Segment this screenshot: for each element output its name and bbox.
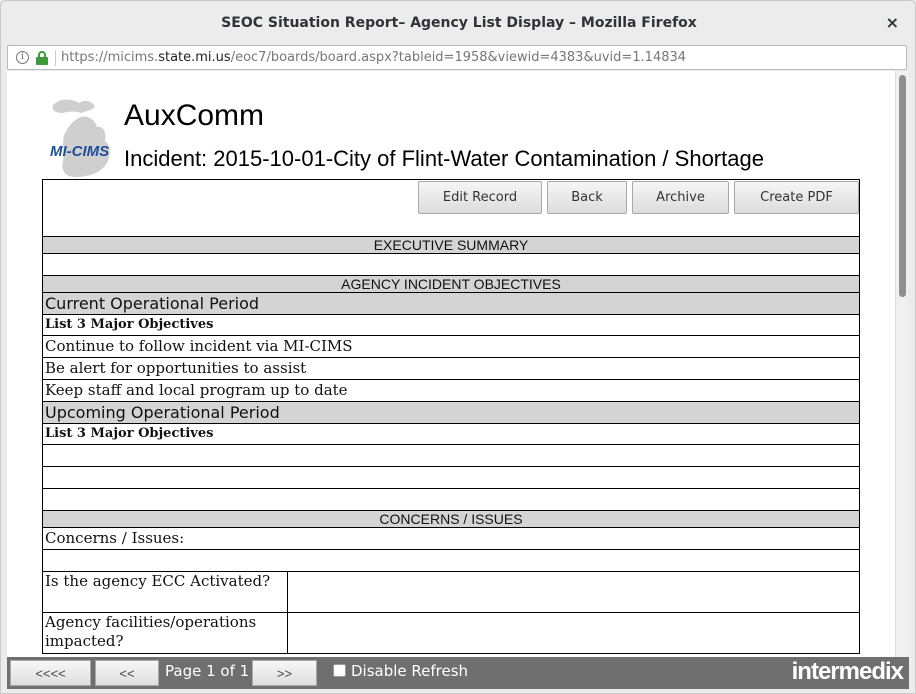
browser-window: SEOC Situation Report– Agency List Displ…	[0, 0, 916, 694]
action-toolbar: Edit Record Back Archive Create PDF	[43, 180, 859, 237]
close-icon[interactable]: ×	[886, 13, 899, 32]
title-bar: SEOC Situation Report– Agency List Displ…	[1, 1, 915, 45]
concerns-label: Concerns / Issues:	[43, 528, 859, 550]
next-page-button[interactable]: >>	[252, 660, 317, 686]
executive-summary-value	[43, 254, 859, 276]
situation-report: Edit Record Back Archive Create PDF EXEC…	[42, 179, 860, 654]
url-separator	[55, 50, 56, 66]
michigan-map-icon	[52, 99, 110, 177]
upcoming-objective	[43, 467, 859, 489]
current-objective: Be alert for opportunities to assist	[43, 358, 859, 380]
url-text[interactable]: https://micims.state.mi.us/eoc7/boards/b…	[61, 50, 686, 65]
upcoming-period-header: Upcoming Operational Period	[43, 402, 859, 424]
current-list-label: List 3 Major Objectives	[43, 315, 859, 336]
pagination-bar: <<<< << Page 1 of 1 >> Disable Refresh i…	[7, 657, 909, 689]
back-button[interactable]: Back	[547, 181, 627, 214]
facilities-impacted-row: Agency facilities/operations impacted?	[43, 613, 859, 654]
mi-cims-logo: MI-CIMS	[50, 143, 110, 160]
page-viewport: MI-CIMS AuxComm Incident: 2015-10-01-Cit…	[7, 71, 895, 657]
current-objective: Continue to follow incident via MI-CIMS	[43, 336, 859, 358]
upcoming-objective	[43, 445, 859, 467]
disable-refresh-label[interactable]: Disable Refresh	[351, 662, 468, 680]
incident-title: Incident: 2015-10-01-City of Flint-Water…	[124, 146, 764, 171]
concerns-header: CONCERNS / ISSUES	[43, 511, 859, 528]
concerns-value	[43, 550, 859, 572]
prev-page-button[interactable]: <<	[95, 660, 159, 686]
first-page-button[interactable]: <<<<	[10, 660, 91, 686]
ecc-activated-row: Is the agency ECC Activated?	[43, 572, 859, 613]
disable-refresh-checkbox[interactable]	[333, 664, 346, 677]
current-objective: Keep staff and local program up to date	[43, 380, 859, 402]
ecc-activated-value	[288, 572, 859, 612]
objectives-header: AGENCY INCIDENT OBJECTIVES	[43, 276, 859, 293]
app-name: AuxComm	[124, 99, 265, 132]
upcoming-list-label: List 3 Major Objectives	[43, 424, 859, 445]
executive-summary-header: EXECUTIVE SUMMARY	[43, 237, 859, 254]
edit-record-button[interactable]: Edit Record	[418, 181, 542, 214]
window-title: SEOC Situation Report– Agency List Displ…	[221, 15, 697, 31]
facilities-impacted-label: Agency facilities/operations impacted?	[43, 613, 288, 653]
current-period-header: Current Operational Period	[43, 293, 859, 315]
scrollbar-thumb[interactable]	[899, 75, 906, 297]
vertical-scrollbar[interactable]	[895, 71, 908, 657]
ecc-activated-label: Is the agency ECC Activated?	[43, 572, 288, 612]
upcoming-objective	[43, 489, 859, 511]
lock-icon[interactable]	[36, 51, 48, 65]
intermedix-logo: intermedix	[791, 658, 904, 685]
page-indicator: Page 1 of 1	[165, 662, 250, 680]
archive-button[interactable]: Archive	[632, 181, 729, 214]
create-pdf-button[interactable]: Create PDF	[734, 181, 859, 214]
address-bar[interactable]: i https://micims.state.mi.us/eoc7/boards…	[7, 45, 907, 70]
facilities-impacted-value	[288, 613, 859, 653]
info-icon[interactable]: i	[16, 51, 29, 64]
